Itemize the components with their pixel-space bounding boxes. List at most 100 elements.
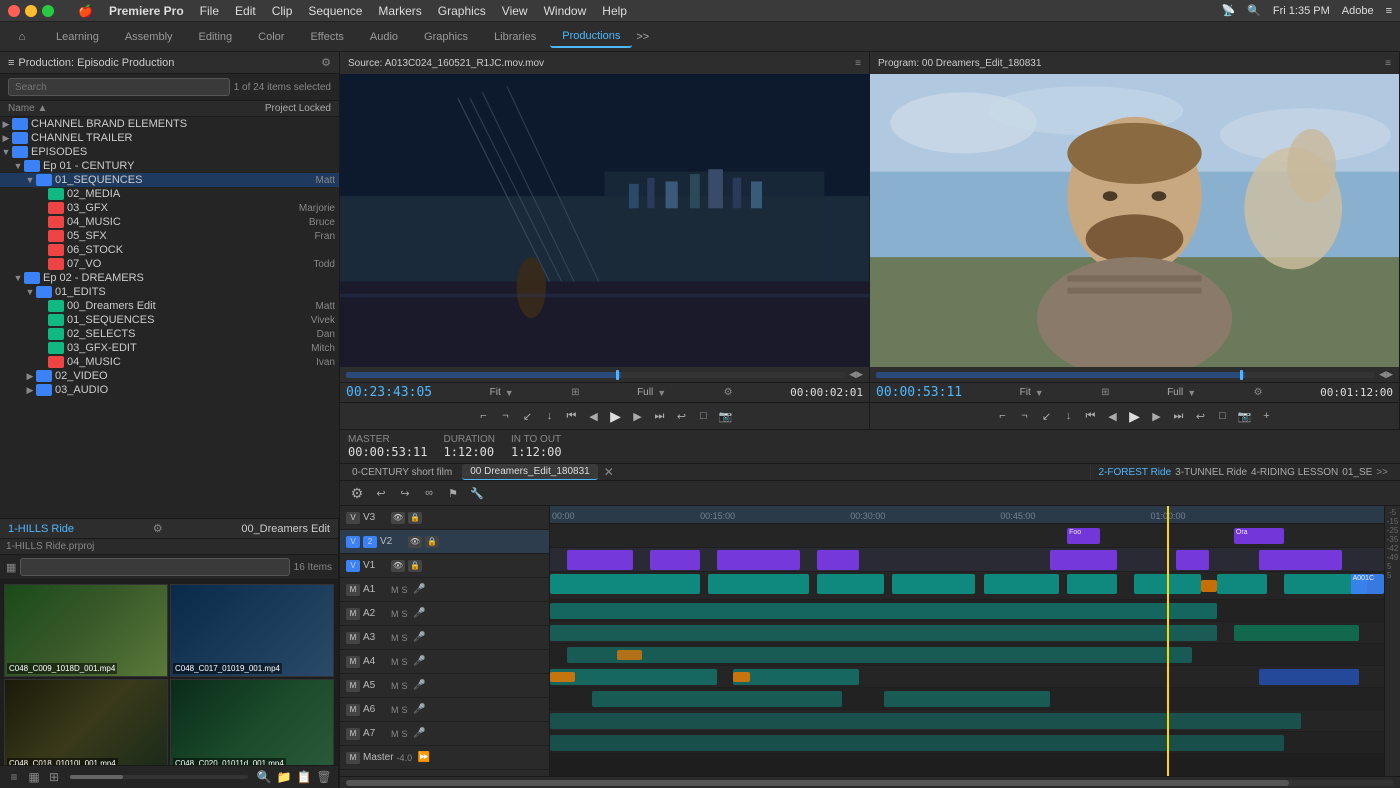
tree-item-12[interactable]: ▼Ep 02 - DREAMERS: [0, 271, 339, 285]
source-timecode-value[interactable]: 00:23:43:05: [346, 385, 432, 400]
master-expand[interactable]: ⏩: [415, 749, 433, 767]
v2-clip-2[interactable]: [650, 550, 700, 570]
menu-view[interactable]: View: [502, 4, 528, 18]
a3-m[interactable]: M: [391, 633, 399, 643]
home-button[interactable]: ⌂: [8, 23, 36, 51]
media-bin-tab-se[interactable]: 01_SE: [1342, 467, 1372, 478]
v2-active[interactable]: 2: [363, 536, 377, 548]
tree-item-11[interactable]: 07_VOTodd: [0, 257, 339, 271]
timeline-scroll-thumb[interactable]: [346, 780, 1289, 786]
a3-toggle[interactable]: M: [346, 632, 360, 644]
delete-icon[interactable]: 🗑: [316, 769, 332, 785]
v1-toggle[interactable]: V: [346, 560, 360, 572]
project-search-input[interactable]: [8, 78, 230, 96]
tab-color[interactable]: Color: [246, 27, 296, 47]
program-safe-margins[interactable]: □: [1214, 407, 1232, 425]
program-mark-out[interactable]: ¬: [1016, 407, 1034, 425]
minimize-button[interactable]: [25, 5, 37, 17]
a4-mic[interactable]: 🎤: [411, 653, 429, 671]
source-transform-icon[interactable]: ⊞: [571, 387, 579, 398]
grid-view-icon[interactable]: ▦: [26, 769, 42, 785]
v1-clip-4[interactable]: [892, 574, 975, 594]
tree-item-9[interactable]: 05_SFXFran: [0, 229, 339, 243]
close-timeline-tab[interactable]: ✕: [604, 465, 614, 479]
source-monitor-menu[interactable]: ≡: [855, 58, 861, 69]
timeline-tool-5[interactable]: ⚑: [444, 484, 462, 502]
source-mark-in[interactable]: ⌐: [475, 407, 493, 425]
source-fit-chevron[interactable]: ▼: [505, 388, 514, 398]
tree-item-18[interactable]: 04_MUSICIvan: [0, 355, 339, 369]
timeline-playhead[interactable]: [1167, 506, 1169, 523]
media-bin-more[interactable]: >>: [1376, 467, 1388, 478]
source-step-forward[interactable]: ▶: [629, 407, 647, 425]
program-progress-bar[interactable]: ◀▶: [870, 367, 1399, 382]
menu-help[interactable]: Help: [602, 4, 627, 18]
menu-window[interactable]: Window: [544, 4, 587, 18]
master-lock[interactable]: M: [346, 752, 360, 764]
source-export-frame[interactable]: 📷: [717, 407, 735, 425]
a2-clip[interactable]: [550, 625, 1217, 641]
a6-clip[interactable]: [550, 713, 1301, 729]
source-overwrite-icon[interactable]: ↓: [541, 407, 559, 425]
v3-clip-2[interactable]: Ora: [1234, 528, 1284, 544]
more-tabs-button[interactable]: >>: [636, 31, 649, 43]
a6-mic[interactable]: 🎤: [411, 701, 429, 719]
program-fit-label[interactable]: Fit: [1020, 387, 1031, 398]
tree-item-1[interactable]: ▶CHANNEL BRAND ELEMENTS: [0, 117, 339, 131]
list-view-icon[interactable]: ≡: [6, 769, 22, 785]
tab-audio[interactable]: Audio: [358, 27, 410, 47]
tree-item-13[interactable]: ▼01_EDITS: [0, 285, 339, 299]
v2-toggle[interactable]: V: [346, 536, 360, 548]
v1-clip-6[interactable]: [1067, 574, 1117, 594]
tab-libraries[interactable]: Libraries: [482, 27, 548, 47]
source-loop[interactable]: ↩: [673, 407, 691, 425]
timeline-tool-4[interactable]: ∞: [420, 484, 438, 502]
menu-markers[interactable]: Markers: [378, 4, 421, 18]
program-mark-in[interactable]: ⌐: [994, 407, 1012, 425]
tree-item-16[interactable]: 02_SELECTSDan: [0, 327, 339, 341]
v1-clip-3[interactable]: [817, 574, 884, 594]
a5-s[interactable]: S: [402, 681, 408, 691]
v1-clip-7[interactable]: [1134, 574, 1201, 594]
maximize-button[interactable]: [42, 5, 54, 17]
program-add-marker[interactable]: +: [1258, 407, 1276, 425]
a5-clip-2[interactable]: [884, 691, 1051, 707]
source-mark-out[interactable]: ¬: [497, 407, 515, 425]
a6-m[interactable]: M: [391, 705, 399, 715]
a1-toggle[interactable]: M: [346, 584, 360, 596]
v1-clip-8[interactable]: [1217, 574, 1267, 594]
a7-clip[interactable]: [550, 735, 1284, 751]
a1-m[interactable]: M: [391, 585, 399, 595]
tree-item-8[interactable]: 04_MUSICBruce: [0, 215, 339, 229]
program-step-back[interactable]: ◀: [1104, 407, 1122, 425]
v2-clip-1[interactable]: [567, 550, 634, 570]
tree-arrow-5[interactable]: ▼: [24, 175, 36, 185]
a3-clip[interactable]: [567, 647, 1193, 663]
a3-s[interactable]: S: [402, 633, 408, 643]
tree-arrow-12[interactable]: ▼: [12, 273, 24, 283]
v3-eye[interactable]: 👁: [391, 512, 405, 524]
program-settings-icon[interactable]: ⚙: [1254, 387, 1263, 398]
a2-m[interactable]: M: [391, 609, 399, 619]
program-overwrite-icon[interactable]: ↓: [1060, 407, 1078, 425]
tree-item-10[interactable]: 06_STOCK: [0, 243, 339, 257]
a5-toggle[interactable]: M: [346, 680, 360, 692]
timeline-scroll-track[interactable]: [346, 780, 1394, 786]
a4-toggle[interactable]: M: [346, 656, 360, 668]
program-play-button[interactable]: ▶: [1126, 407, 1144, 425]
v1-lock[interactable]: 🔒: [408, 560, 422, 572]
a4-orange[interactable]: [550, 672, 575, 682]
a5-mic[interactable]: 🎤: [411, 677, 429, 695]
media-tab-dreamers[interactable]: 00_Dreamers Edit: [241, 523, 330, 535]
new-bin-icon[interactable]: 📋: [296, 769, 312, 785]
media-bin-tab-riding[interactable]: 4-RIDING LESSON: [1251, 467, 1338, 478]
menu-clip[interactable]: Clip: [272, 4, 293, 18]
tree-item-19[interactable]: ▶02_VIDEO: [0, 369, 339, 383]
tree-arrow-3[interactable]: ▼: [0, 147, 12, 157]
timeline-tool-1[interactable]: ⚙: [348, 484, 366, 502]
v1-clip-5[interactable]: [984, 574, 1059, 594]
tree-item-2[interactable]: ▶CHANNEL TRAILER: [0, 131, 339, 145]
folder-icon[interactable]: 📁: [276, 769, 292, 785]
source-next-edit[interactable]: ⏭: [651, 407, 669, 425]
source-settings-icon[interactable]: ⚙: [724, 387, 733, 398]
